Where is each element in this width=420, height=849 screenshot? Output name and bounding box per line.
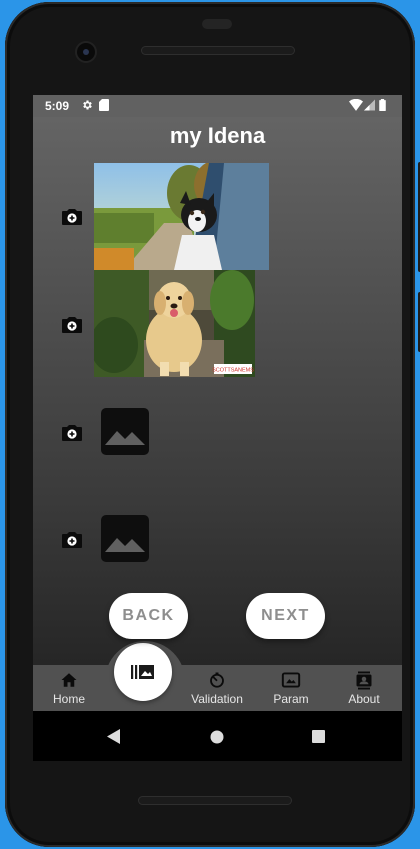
flip-photo-1[interactable] [94, 163, 269, 270]
earpiece-speaker [141, 46, 295, 55]
nav-validation[interactable]: Validation [183, 665, 251, 711]
battery-icon [379, 99, 386, 114]
flip-photo-2[interactable]: SCOTTSANEMS [94, 270, 255, 377]
home-icon [61, 673, 77, 687]
nav-validation-label: Validation [191, 692, 243, 706]
photo-settings-icon [281, 672, 301, 688]
add-photo-camera-icon[interactable] [60, 421, 84, 445]
wifi-icon [349, 98, 363, 114]
nav-home-label: Home [52, 692, 85, 706]
nav-home[interactable]: Home [47, 665, 91, 711]
system-nav-bar [33, 711, 402, 761]
add-photo-camera-icon[interactable] [60, 313, 84, 337]
home-circle-icon[interactable] [210, 730, 224, 744]
photo-library-icon [131, 665, 154, 679]
status-bar: 5:09 [33, 95, 402, 117]
front-camera [77, 43, 95, 61]
bottom-nav: Home Validation Param About [33, 665, 402, 711]
flip-editor: my Idena SCOTTSANEMS [33, 117, 402, 665]
nav-about-label: About [348, 692, 380, 706]
next-button[interactable]: NEXT [246, 593, 325, 639]
recents-square-icon[interactable] [312, 730, 325, 743]
back-triangle-icon[interactable] [107, 729, 121, 744]
nav-param-label: Param [273, 692, 309, 706]
contacts-icon [356, 671, 372, 690]
nav-param[interactable]: Param [267, 665, 315, 711]
phone-frame: 5:09 my Idena SCOTTSANEMS Home Validatio… [5, 2, 420, 847]
add-photo-camera-icon[interactable] [60, 528, 84, 552]
timer-icon [210, 672, 224, 688]
settings-icon [81, 99, 93, 114]
bottom-speaker [138, 796, 292, 805]
signal-icon [364, 99, 375, 114]
sd-card-icon [99, 99, 109, 114]
status-time: 5:09 [45, 99, 70, 113]
photo-watermark: SCOTTSANEMS [212, 368, 254, 374]
page-title: my Idena [169, 123, 266, 148]
add-photo-camera-icon[interactable] [60, 205, 84, 229]
back-button[interactable]: BACK [109, 593, 188, 639]
flips-fab-button[interactable] [114, 643, 172, 701]
nav-about[interactable]: About [342, 665, 386, 711]
image-placeholder-icon[interactable] [101, 515, 149, 562]
screen: 5:09 my Idena SCOTTSANEMS Home Validatio… [33, 95, 402, 761]
image-placeholder-icon[interactable] [101, 408, 149, 455]
proximity-sensor [202, 19, 232, 29]
